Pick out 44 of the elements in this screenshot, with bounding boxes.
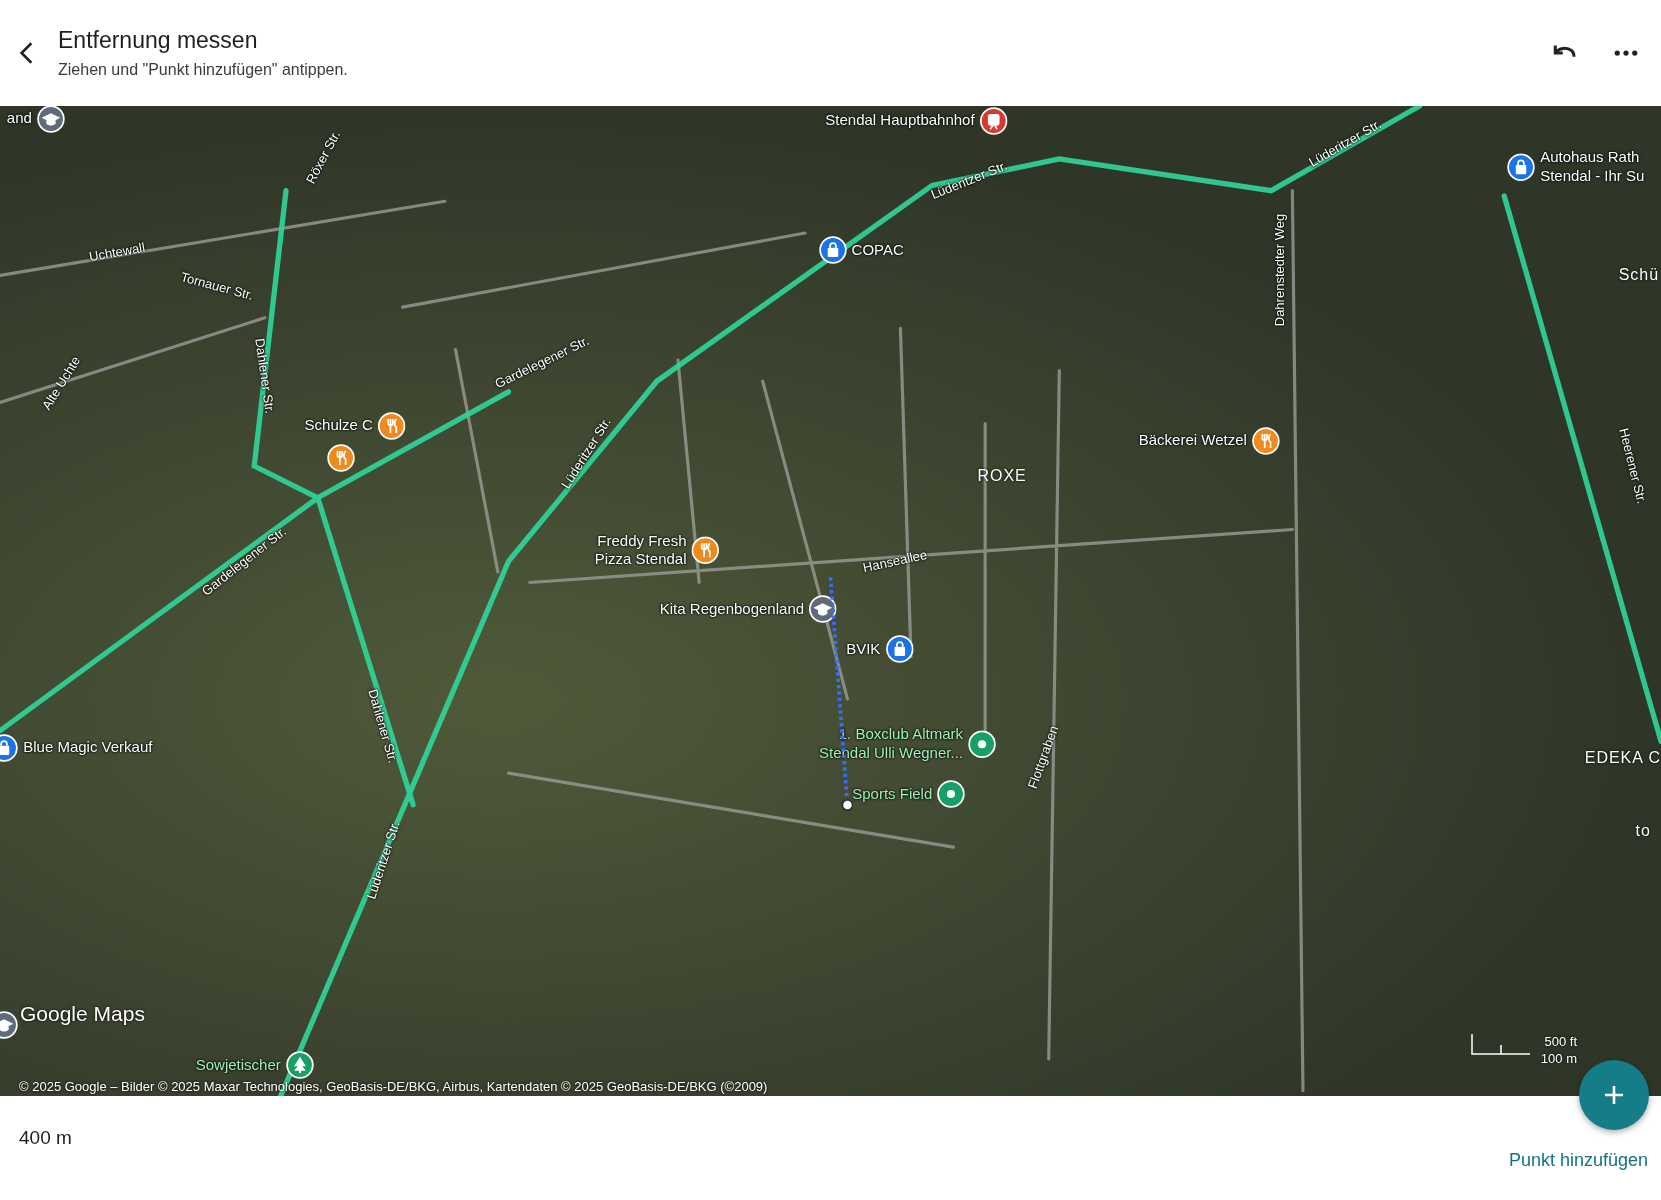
fork-knife-pin-icon[interactable]	[377, 411, 406, 440]
location-pin-icon[interactable]	[937, 780, 966, 809]
fork-knife-pin-icon[interactable]	[327, 443, 356, 472]
distance-readout: 400 m	[19, 1127, 72, 1149]
place-label[interactable]: BVIK	[846, 639, 881, 659]
scale-metric-label: 100 m	[1540, 1051, 1577, 1066]
place-label[interactable]: Kita Regenbogenland	[659, 599, 805, 619]
graduation-cap-pin-icon[interactable]	[36, 106, 65, 133]
place-label[interactable]: Sowjetischer	[195, 1055, 281, 1075]
place-label[interactable]: and	[6, 109, 32, 129]
tree-pin-icon[interactable]	[285, 1051, 314, 1080]
area-label: ROXE	[977, 466, 1027, 485]
page-title: Entfernung messen	[58, 27, 259, 54]
area-label: EDEKA C	[1584, 749, 1661, 768]
street-label: Tornauer Str.	[179, 269, 256, 303]
map-logo: Google Maps	[20, 1002, 145, 1026]
street-label: Uchtewall	[87, 239, 146, 265]
street-label: Heerener Str.	[1616, 426, 1651, 506]
fork-knife-pin-icon[interactable]	[691, 536, 720, 565]
graduation-cap-pin-icon[interactable]	[809, 594, 838, 623]
location-pin-icon[interactable]	[967, 730, 996, 759]
area-label: to	[1635, 822, 1651, 841]
place-label[interactable]: Freddy Fresh Pizza Stendal	[594, 531, 687, 570]
place-label[interactable]: Schulze C	[304, 416, 373, 436]
place-label[interactable]: Bäckerei Wetzel	[1138, 431, 1247, 450]
street-label: Hanseallee	[861, 547, 929, 576]
add-point-button[interactable]	[1579, 1060, 1649, 1130]
place-label[interactable]: COPAC	[851, 240, 904, 260]
add-point-link[interactable]: Punkt hinzufügen	[1508, 1150, 1648, 1171]
plus-icon	[1602, 1083, 1626, 1107]
place-label[interactable]: Sports Field	[852, 784, 933, 804]
fork-knife-pin-icon[interactable]	[1251, 426, 1280, 455]
instruction-text: Ziehen und "Punkt hinzufügen" antippen.	[58, 61, 349, 79]
street-label: Dahlener Str.	[252, 337, 278, 415]
street-label: Dahlener Str.	[365, 687, 402, 765]
scale-imperial-label: 500 ft	[1544, 1034, 1577, 1049]
train-station-icon[interactable]	[979, 106, 1008, 135]
satellite-map-photo[interactable]	[0, 106, 1661, 1096]
place-label[interactable]: Stendal Hauptbahnhof	[825, 111, 975, 131]
area-label: Schü	[1618, 266, 1660, 285]
place-label[interactable]: Autohaus Rath Stendal - Ihr Su	[1540, 148, 1645, 187]
place-label[interactable]: Blue Magic Verkauf	[23, 738, 153, 757]
street-label: Dahrenstedter Weg	[1271, 213, 1287, 327]
scale-bar	[1471, 1034, 1531, 1055]
